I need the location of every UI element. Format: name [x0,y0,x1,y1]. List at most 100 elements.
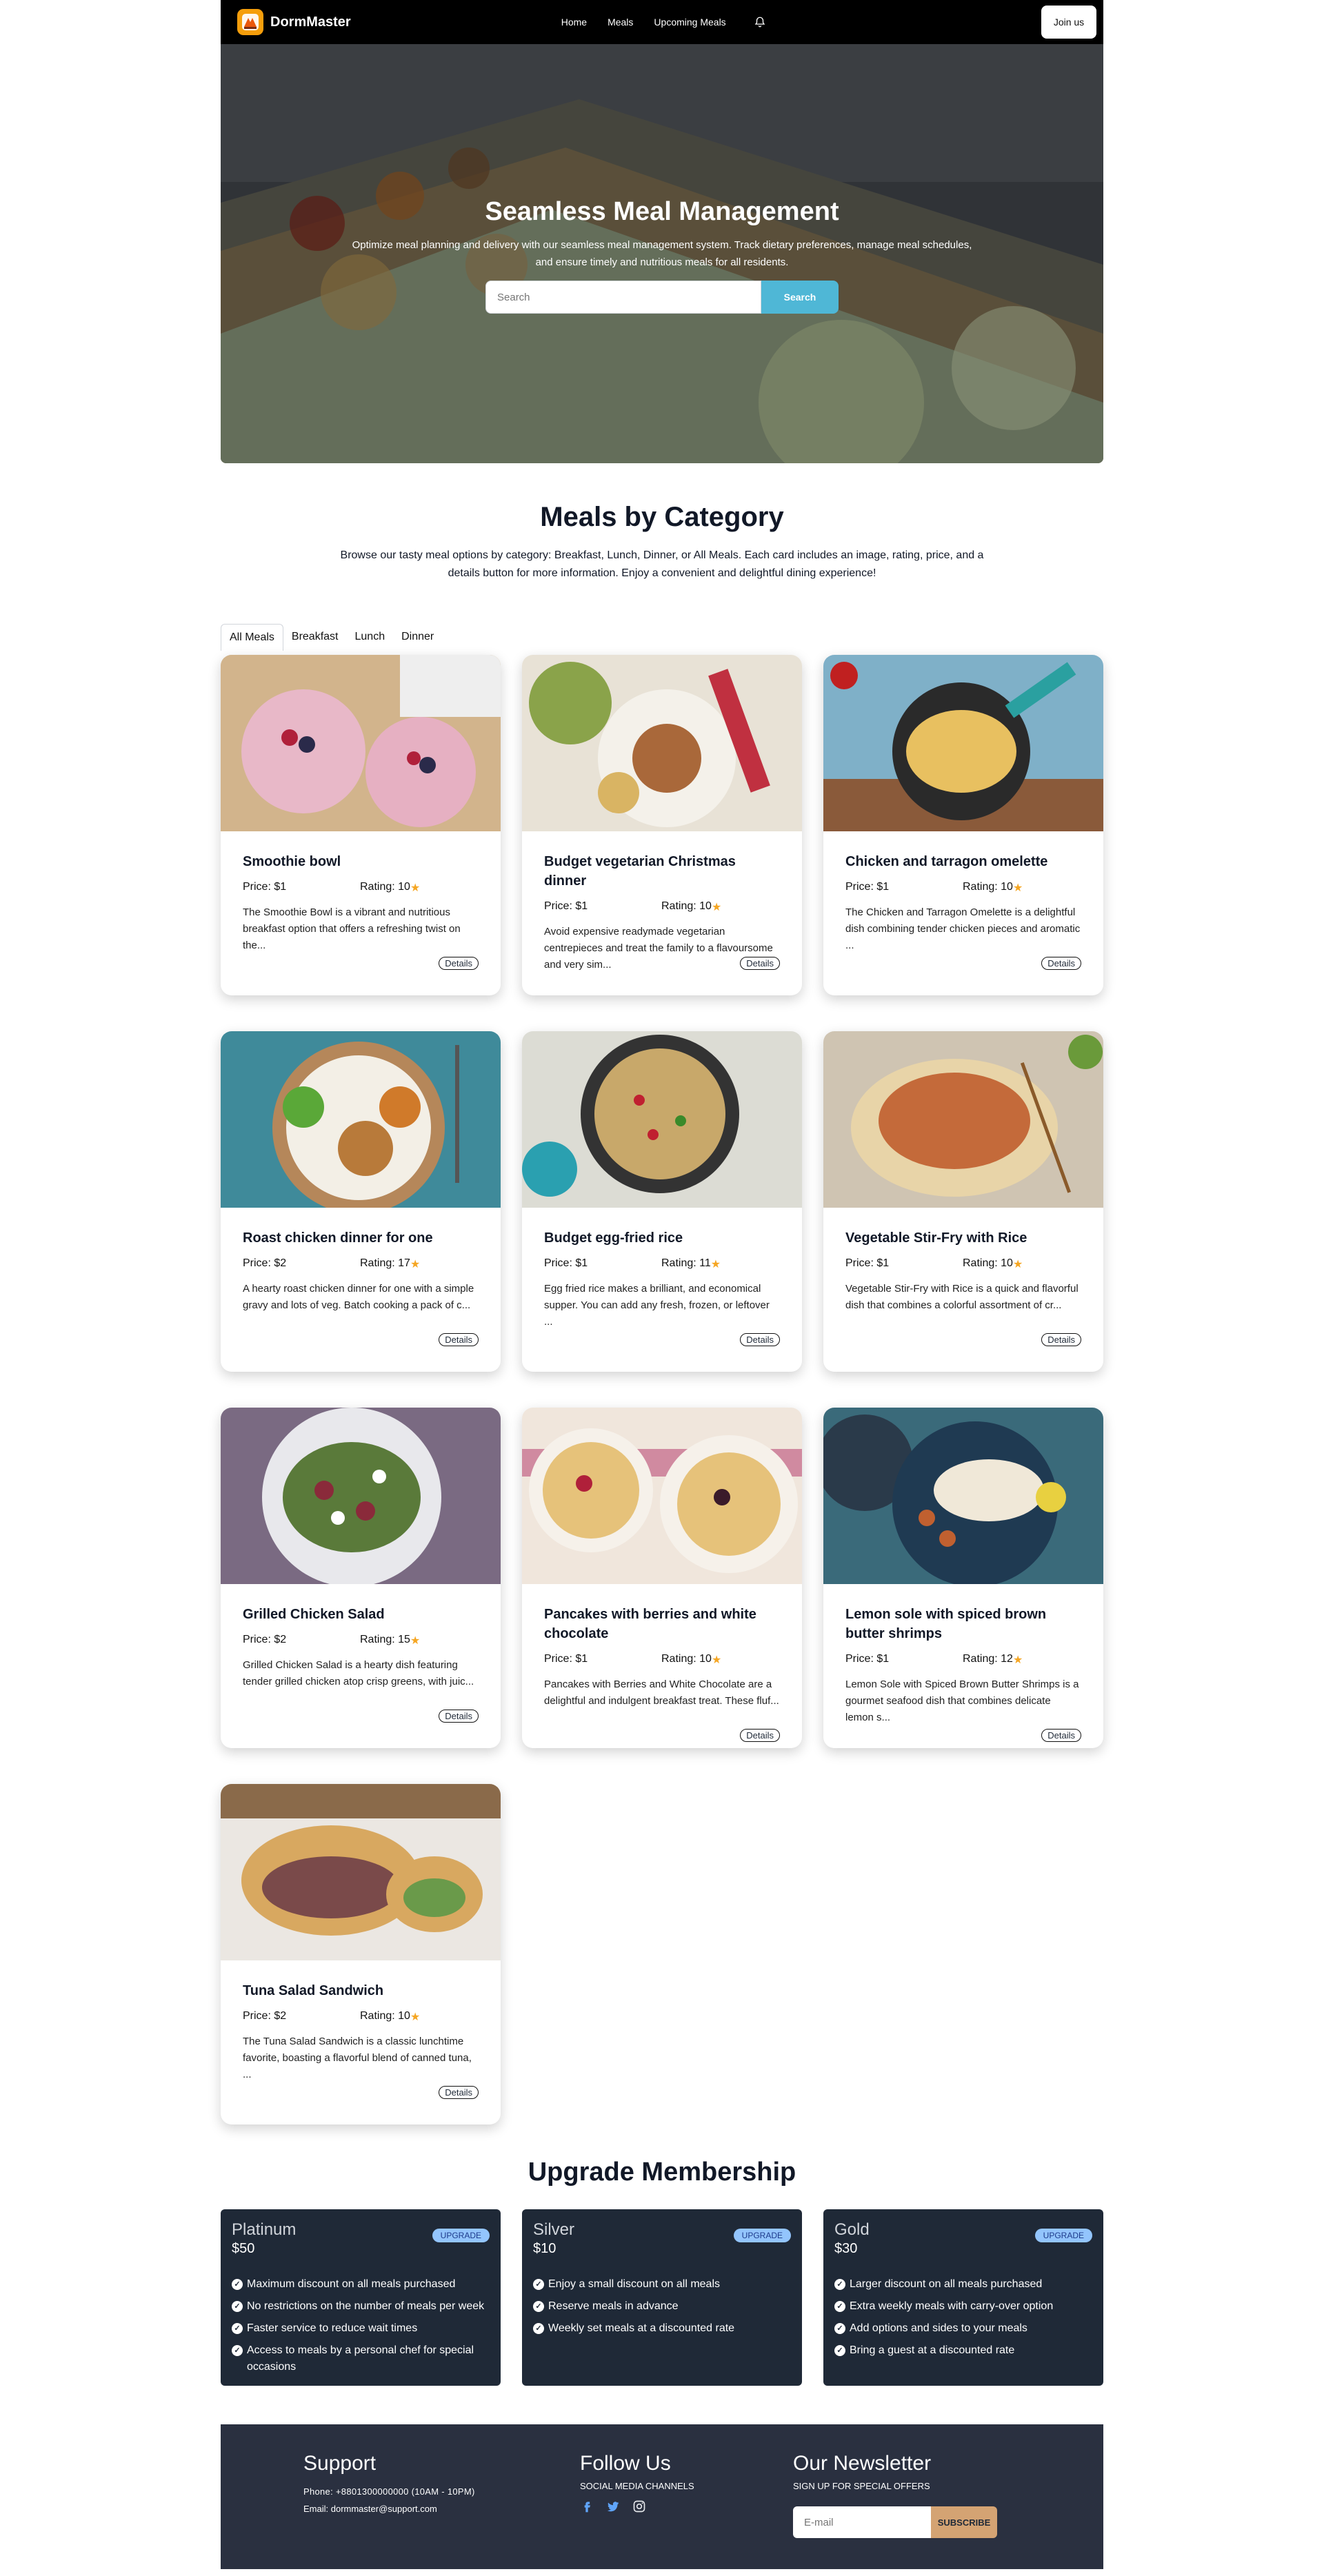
meal-rating: Rating: 15 [360,1634,410,1645]
plan-price: $10 [533,2241,556,2256]
meal-card[interactable]: Smoothie bowl Price: $1 Rating: 10 ★ The S… [221,655,501,995]
details-button[interactable]: Details [1041,1333,1081,1346]
newsletter-form: SUBSCRIBE [793,2506,997,2538]
star-icon: ★ [1012,1259,1023,1270]
newsletter-subtitle: SIGN UP FOR SPECIAL OFFERS [793,2481,930,2491]
search-input[interactable] [485,281,761,314]
plan-feature: ✓ Bring a guest at a discounted rate [834,2342,1092,2359]
support-email: Email: dormmaster@support.com [303,2504,437,2514]
star-icon: ★ [711,902,722,913]
newsletter-email-input[interactable] [793,2506,931,2538]
meal-image [522,655,802,831]
meal-card[interactable]: Roast chicken dinner for one Price: $2 Ra… [221,1031,501,1372]
meal-price: Price: $1 [845,1257,890,1269]
meal-rating: Rating: 10 [360,2010,410,2022]
meal-title: Vegetable Stir-Fry with Rice [845,1230,1027,1246]
follow-title: Follow Us [580,2452,671,2475]
support-phone: Phone: +8801300000000 (10AM - 10PM) [303,2486,475,2497]
meal-rating: Rating: 10 [661,1653,712,1665]
tab-lunch[interactable]: Lunch [347,624,394,651]
tab-all-meals[interactable]: All Meals [221,624,283,651]
nav-link-home[interactable]: Home [561,17,587,28]
meal-card[interactable]: Tuna Salad Sandwich Price: $2 Rating: 10 ★… [221,1784,501,2124]
search-button[interactable]: Search [761,281,839,314]
upgrade-button[interactable]: UPGRADE [432,2229,490,2242]
nav-links: Home Meals Upcoming Meals [561,16,766,28]
star-icon: ★ [410,1635,421,1647]
meal-image [823,655,1103,831]
plan-feature: ✓ Add options and sides to your meals [834,2320,1092,2337]
category-description: Browse our tasty meal options by categor… [340,549,984,579]
meal-price: Price: $2 [243,1634,287,1645]
star-icon: ★ [410,1259,421,1270]
plan-card-silver: Silver $10 UPGRADE ✓ Enjoy a small discou… [522,2209,802,2386]
footer: Support Phone: +8801300000000 (10AM - 10… [221,2424,1103,2569]
details-button[interactable]: Details [1041,1729,1081,1742]
join-us-button[interactable]: Join us [1041,6,1096,39]
plan-feature: ✓ Reserve meals in advance [533,2298,791,2315]
plan-feature: ✓ Faster service to reduce wait times [232,2320,490,2337]
category-tabs: All Meals Breakfast Lunch Dinner [221,624,1103,651]
details-button[interactable]: Details [439,1333,479,1346]
meal-title: Budget vegetarian Christmas dinner [544,854,736,889]
meal-description: Grilled Chicken Salad is a hearty dish f… [243,1659,474,1687]
meal-price: Price: $1 [544,1257,588,1269]
footer-support: Support Phone: +8801300000000 (10AM - 10… [303,2452,475,2514]
plan-features: ✓ Larger discount on all meals purchased … [834,2276,1092,2359]
meal-card[interactable]: Lemon sole with spiced brown butter shri… [823,1408,1103,1748]
meal-image [823,1031,1103,1208]
check-icon: ✓ [834,2301,845,2312]
logo-icon [242,14,259,30]
meal-rating: Rating: 10 [360,881,410,893]
details-button[interactable]: Details [740,1333,780,1346]
meal-title: Chicken and tarragon omelette [845,854,1048,869]
twitter-icon[interactable] [606,2499,620,2513]
meal-card[interactable]: Vegetable Stir-Fry with Rice Price: $1 Ra… [823,1031,1103,1372]
instagram-icon[interactable] [632,2499,646,2513]
upgrade-button[interactable]: UPGRADE [733,2229,791,2242]
check-icon: ✓ [232,2345,243,2356]
membership-plans: Platinum $50 UPGRADE ✓ Maximum discount o… [221,2209,1103,2386]
subscribe-button[interactable]: SUBSCRIBE [931,2506,997,2538]
brand-name[interactable]: DormMaster [270,14,351,30]
meal-card[interactable]: Chicken and tarragon omelette Price: $1 R… [823,655,1103,995]
meal-price: Price: $2 [243,1257,287,1269]
meal-card[interactable]: Pancakes with berries and white chocolat… [522,1408,802,1748]
details-button[interactable]: Details [740,957,780,970]
meal-card[interactable]: Budget vegetarian Christmas dinner Price… [522,655,802,995]
meal-image [221,1784,501,1960]
meal-price: Price: $1 [845,1653,890,1665]
tab-dinner[interactable]: Dinner [393,624,442,651]
meal-image [522,1408,802,1584]
meal-card[interactable]: Grilled Chicken Salad Price: $2 Rating: 1… [221,1408,501,1748]
logo[interactable] [237,9,263,35]
details-button[interactable]: Details [439,1710,479,1723]
nav-link-upcoming-meals[interactable]: Upcoming Meals [654,17,725,28]
details-button[interactable]: Details [740,1729,780,1742]
tab-breakfast[interactable]: Breakfast [283,624,347,651]
details-button[interactable]: Details [439,2086,479,2099]
meal-grid: Smoothie bowl Price: $1 Rating: 10 ★ The S… [221,655,1103,2124]
membership-title: Upgrade Membership [528,2158,796,2187]
meal-description: Vegetable Stir-Fry with Rice is a quick … [845,1283,1079,1311]
facebook-icon[interactable] [580,2499,594,2513]
plan-price: $30 [834,2241,858,2256]
plan-feature: ✓ Access to meals by a personal chef for … [232,2342,490,2375]
follow-subtitle: SOCIAL MEDIA CHANNELS [580,2481,694,2491]
meal-description: Lemon Sole with Spiced Brown Butter Shri… [845,1679,1079,1723]
support-title: Support [303,2452,377,2475]
star-icon: ★ [410,2011,421,2023]
star-icon: ★ [710,1259,721,1270]
nav-link-meals[interactable]: Meals [608,17,633,28]
star-icon: ★ [711,1654,722,1666]
meal-card[interactable]: Budget egg-fried rice Price: $1 Rating: 1… [522,1031,802,1372]
meal-image [221,1031,501,1208]
plan-features: ✓ Enjoy a small discount on all meals ✓ Re… [533,2276,791,2337]
meal-price: Price: $1 [544,1653,588,1665]
check-icon: ✓ [834,2279,845,2290]
bell-icon[interactable] [754,16,766,28]
meal-description: The Smoothie Bowl is a vibrant and nutri… [243,906,461,951]
details-button[interactable]: Details [439,957,479,970]
details-button[interactable]: Details [1041,957,1081,970]
upgrade-button[interactable]: UPGRADE [1034,2229,1092,2242]
